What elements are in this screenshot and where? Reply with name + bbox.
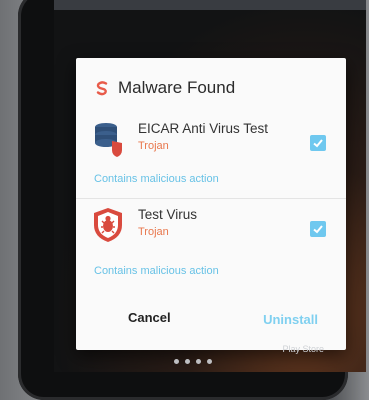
page-dot [174,359,179,364]
checkmark-icon [313,225,323,234]
phone-screen: Malware Found EICAR Anti Virus Test Troj… [54,0,366,372]
play-store-label: Play Store [282,344,324,354]
malware-type: Trojan [138,140,169,152]
page-dot [196,359,201,364]
malware-description: Contains malicious action [94,265,219,277]
malware-description: Contains malicious action [94,173,219,185]
dialog-header: Malware Found [94,78,235,98]
malware-item[interactable]: EICAR Anti Virus Test Trojan Contains ma… [76,113,346,193]
malware-found-dialog: Malware Found EICAR Anti Virus Test Troj… [76,58,346,350]
checkmark-icon [313,139,323,148]
malware-type: Trojan [138,226,169,238]
phone-frame: Malware Found EICAR Anti Virus Test Troj… [18,0,366,400]
app-logo-icon [96,81,108,96]
malware-name: Test Virus [138,207,198,222]
dialog-actions: Cancel Uninstall [76,306,346,336]
malware-checkbox[interactable] [310,135,326,151]
malware-checkbox[interactable] [310,221,326,237]
cancel-button[interactable]: Cancel [128,310,171,325]
database-shield-icon [95,123,122,157]
malware-item[interactable]: Test Virus Trojan Contains malicious act… [76,198,346,281]
uninstall-button[interactable]: Uninstall [263,312,318,327]
page-indicator [174,359,212,364]
bug-shield-icon [94,208,122,242]
page-dot [207,359,212,364]
malware-name: EICAR Anti Virus Test [138,121,269,136]
status-bar [54,0,366,10]
dialog-title: Malware Found [118,78,236,97]
page-dot [185,359,190,364]
